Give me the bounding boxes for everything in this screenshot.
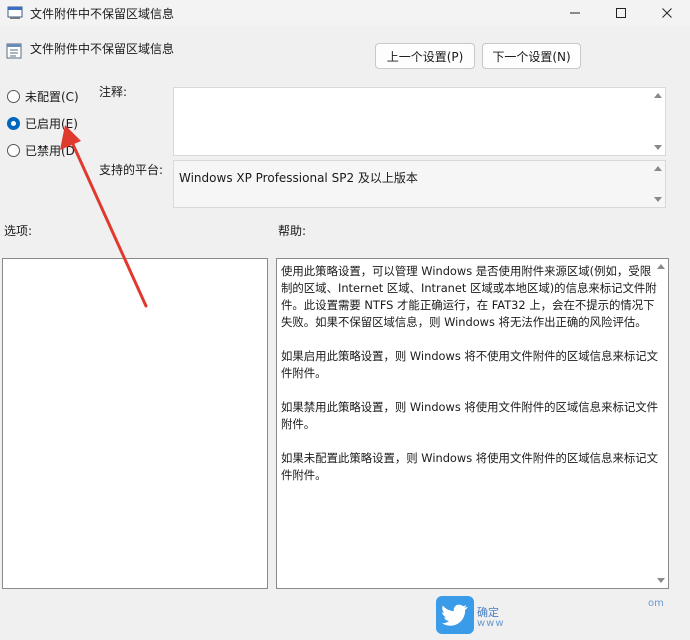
scroll-down-icon[interactable]: [654, 197, 662, 202]
policy-window-icon: [7, 6, 23, 19]
watermark-subtext: www: [477, 618, 505, 629]
previous-setting-button[interactable]: 上一个设置(P): [375, 43, 475, 69]
title-bar: 文件附件中不保留区域信息: [0, 0, 690, 26]
comment-label: 注释:: [99, 85, 128, 99]
close-button[interactable]: [644, 0, 690, 26]
platform-field: Windows XP Professional SP2 及以上版本: [173, 160, 666, 208]
radio-not-configured[interactable]: 未配置(C): [7, 87, 79, 105]
platform-scrollbar[interactable]: [651, 161, 665, 207]
next-setting-button[interactable]: 下一个设置(N): [482, 43, 581, 69]
platform-label: 支持的平台:: [99, 163, 164, 177]
help-paragraph: 如果未配置此策略设置，则 Windows 将使用文件附件的区域信息来标记文件附件…: [281, 451, 659, 482]
radio-label: 已启用(E): [25, 116, 78, 131]
radio-enabled[interactable]: 已启用(E): [7, 114, 78, 132]
radio-disabled[interactable]: 已禁用(D: [7, 141, 75, 159]
help-paragraph: 使用此策略设置，可以管理 Windows 是否使用附件来源区域(例如，受限制的区…: [281, 264, 657, 329]
minimize-icon: [570, 12, 580, 14]
help-paragraph: 如果禁用此策略设置，则 Windows 将使用文件附件的区域信息来标记文件附件。: [281, 400, 659, 431]
help-paragraph: 如果启用此策略设置，则 Windows 将不使用文件附件的区域信息来标记文件附件…: [281, 349, 659, 380]
help-scrollbar[interactable]: [654, 259, 668, 588]
options-label: 选项:: [4, 224, 33, 238]
scroll-down-icon[interactable]: [657, 578, 665, 583]
help-panel: 使用此策略设置，可以管理 Windows 是否使用附件来源区域(例如，受限制的区…: [276, 258, 669, 589]
radio-button-checked-icon[interactable]: [7, 116, 20, 130]
close-icon: [662, 8, 672, 18]
maximize-button[interactable]: [598, 0, 644, 26]
policy-title: 文件附件中不保留区域信息: [30, 42, 175, 56]
scroll-up-icon[interactable]: [657, 264, 665, 269]
minimize-button[interactable]: [552, 0, 598, 26]
radio-button-icon[interactable]: [7, 143, 20, 157]
comment-scrollbar[interactable]: [651, 88, 665, 155]
watermark: 确定 www: [436, 596, 516, 636]
watermark-edge-text: om: [648, 598, 664, 609]
maximize-icon: [616, 8, 626, 18]
bird-logo-icon: [436, 596, 474, 634]
scroll-up-icon[interactable]: [654, 93, 662, 98]
scroll-down-icon[interactable]: [654, 145, 662, 150]
policy-setting-icon: [6, 43, 22, 59]
help-label: 帮助:: [278, 224, 307, 238]
platform-value: Windows XP Professional SP2 及以上版本: [179, 171, 418, 185]
radio-label: 已禁用(D: [25, 143, 75, 158]
window-title: 文件附件中不保留区域信息: [30, 7, 175, 21]
scroll-up-icon[interactable]: [654, 166, 662, 171]
options-panel: [2, 258, 268, 589]
radio-button-icon[interactable]: [7, 89, 20, 103]
radio-label: 未配置(C): [25, 89, 79, 104]
comment-textarea[interactable]: [173, 87, 666, 156]
